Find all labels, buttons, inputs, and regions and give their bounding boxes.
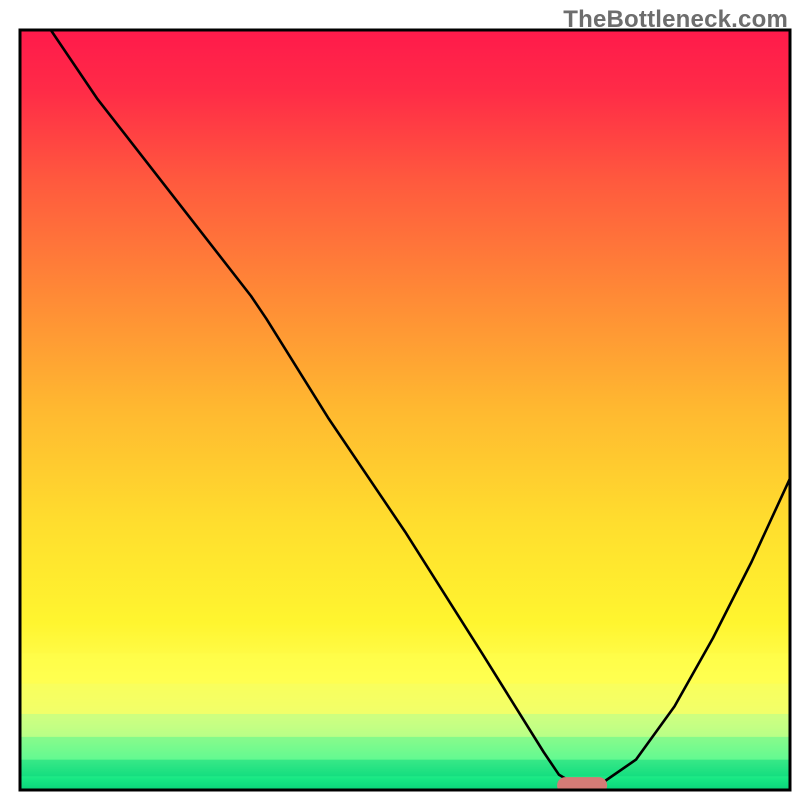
- bottom-color-bands: [20, 653, 790, 776]
- bottleneck-chart: [0, 0, 800, 800]
- chart-container: TheBottleneck.com: [0, 0, 800, 800]
